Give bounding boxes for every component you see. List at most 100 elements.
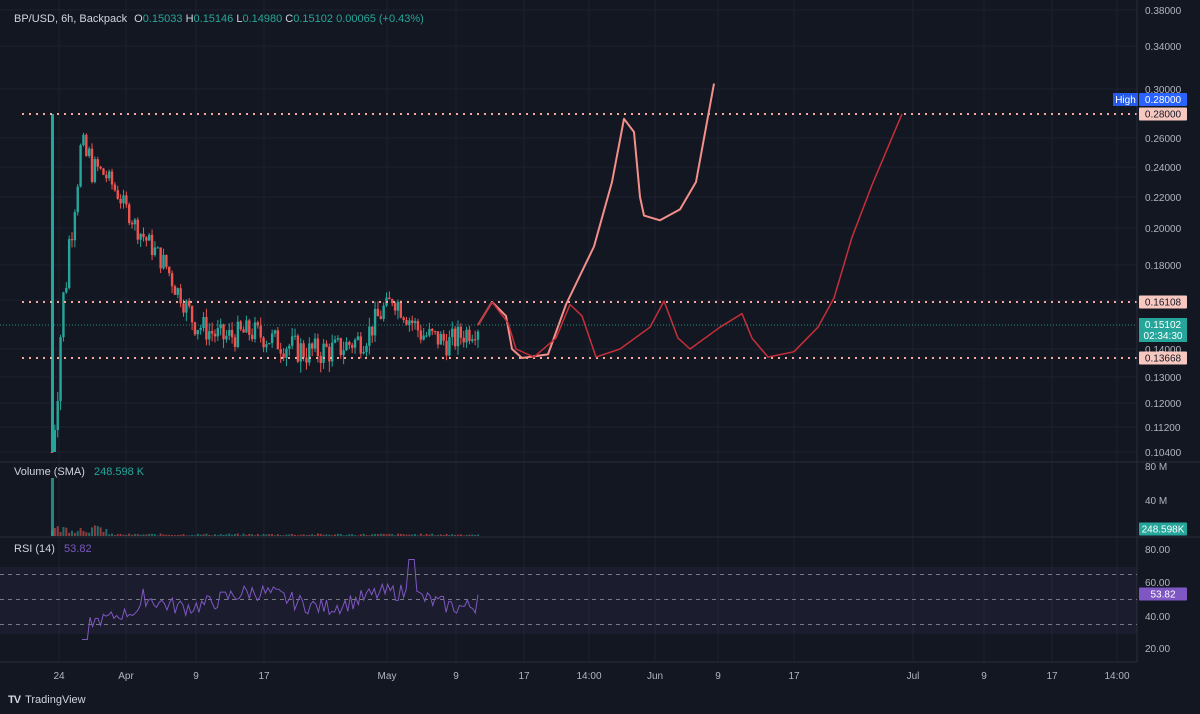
- candle-body: [362, 351, 365, 354]
- candle-body: [353, 339, 357, 348]
- price-tick-label: 0.22000: [1145, 193, 1182, 204]
- volume-bar: [376, 534, 379, 536]
- candle-body: [302, 343, 305, 358]
- volume-bar: [259, 535, 262, 536]
- candle-body: [262, 337, 265, 348]
- candle-body: [308, 343, 311, 363]
- candle-body: [316, 338, 320, 357]
- candle-body: [119, 198, 122, 204]
- volume-bar: [279, 535, 282, 536]
- candle-body: [465, 329, 468, 343]
- candle-body: [428, 328, 431, 336]
- candle-body: [356, 336, 360, 340]
- volume-bar: [408, 534, 411, 536]
- open-label: O: [134, 13, 143, 25]
- candle-body: [145, 237, 148, 241]
- volume-title[interactable]: Volume (SMA): [14, 466, 85, 478]
- candle-body: [388, 297, 391, 300]
- candle-body: [127, 204, 131, 223]
- candle-body: [299, 343, 302, 362]
- candle-body: [170, 273, 174, 287]
- volume-legend: Volume (SMA) 248.598 K: [14, 466, 144, 478]
- candle-body: [459, 326, 463, 338]
- candle-body: [202, 316, 205, 329]
- candle-body: [113, 184, 117, 191]
- candle-body: [411, 320, 414, 324]
- candle-body: [199, 328, 202, 331]
- volume-bar: [448, 535, 451, 536]
- volume-bar: [322, 534, 325, 536]
- volume-bar: [193, 535, 196, 536]
- candle-body: [208, 331, 211, 340]
- open-value: 0.15033: [142, 13, 183, 25]
- projection-drawings[interactable]: [477, 83, 903, 359]
- volume-bar: [271, 534, 274, 536]
- symbol-title[interactable]: BP/USD, 6h, Backpack: [14, 13, 127, 25]
- volume-bar: [139, 534, 142, 536]
- candle-body: [259, 325, 262, 338]
- volume-bar: [82, 530, 85, 536]
- volume-bar: [302, 534, 305, 536]
- time-tick-label: 24: [53, 671, 65, 682]
- volume-bar: [274, 535, 277, 536]
- candle-body: [133, 219, 137, 225]
- volume-bar: [334, 534, 337, 536]
- candle-body: [310, 343, 314, 349]
- candle-body: [393, 303, 397, 311]
- candle-body: [376, 308, 380, 317]
- tradingview-name: TradingView: [25, 694, 86, 706]
- candle-body: [53, 430, 57, 452]
- candle-body: [325, 343, 328, 347]
- candle-body: [210, 331, 214, 334]
- volume-bar: [128, 533, 131, 536]
- candle-body: [348, 341, 351, 345]
- time-axis[interactable]: 24 Apr 9 17 May 9 17 14:00 Jun 9 17 Jul 9 17 14:00: [53, 671, 1130, 682]
- tradingview-brand[interactable]: TV TradingView: [8, 694, 86, 706]
- price-tick-label: 0.24000: [1145, 163, 1182, 174]
- volume-bar: [122, 534, 125, 536]
- candle-body: [176, 288, 179, 295]
- candle-body: [79, 145, 82, 187]
- candle-body: [102, 168, 105, 175]
- rsi-legend: RSI (14) 53.82: [14, 543, 92, 555]
- price-chart[interactable]: 0.380000.340000.300000.260000.240000.220…: [0, 0, 1200, 714]
- candle-body: [373, 308, 377, 336]
- candle-body: [351, 344, 354, 348]
- candle-body: [250, 334, 254, 340]
- volume-bar: [136, 533, 139, 536]
- rsi-value: 53.82: [64, 543, 92, 555]
- volume-bar: [211, 535, 214, 536]
- time-tick-label: 17: [788, 671, 800, 682]
- volume-bar: [362, 533, 365, 536]
- candle-body: [436, 331, 440, 345]
- volume-bar: [276, 534, 279, 536]
- candle-body: [245, 320, 248, 333]
- time-tick-label: 14:00: [576, 671, 601, 682]
- time-tick-label: 17: [1046, 671, 1058, 682]
- volume-bar: [176, 534, 179, 536]
- level-price-badge: 0.13668: [1145, 354, 1182, 365]
- horizontal-levels[interactable]: [22, 113, 1137, 359]
- candle-body: [448, 337, 451, 356]
- candle-body: [445, 340, 448, 356]
- price-axis[interactable]: 0.380000.340000.300000.260000.240000.220…: [1145, 6, 1182, 459]
- candle-body: [451, 328, 454, 338]
- volume-bar: [382, 533, 385, 536]
- volume-bar: [242, 533, 245, 536]
- high-tag-label: High: [1115, 95, 1136, 106]
- rsi-title[interactable]: RSI (14): [14, 543, 55, 555]
- volume-bar: [162, 534, 165, 536]
- volume-bar: [213, 534, 216, 536]
- candle-body: [462, 337, 465, 343]
- candle-body: [248, 320, 251, 335]
- volume-bar: [456, 534, 459, 536]
- volume-bar: [133, 533, 136, 536]
- candle-body: [59, 337, 62, 402]
- candle-body: [65, 288, 68, 293]
- volume-bar: [268, 534, 271, 536]
- candle-body: [425, 335, 428, 337]
- candle-body: [73, 212, 77, 241]
- volume-bar: [454, 535, 457, 536]
- candle-body: [422, 335, 425, 340]
- volume-bar: [319, 533, 322, 536]
